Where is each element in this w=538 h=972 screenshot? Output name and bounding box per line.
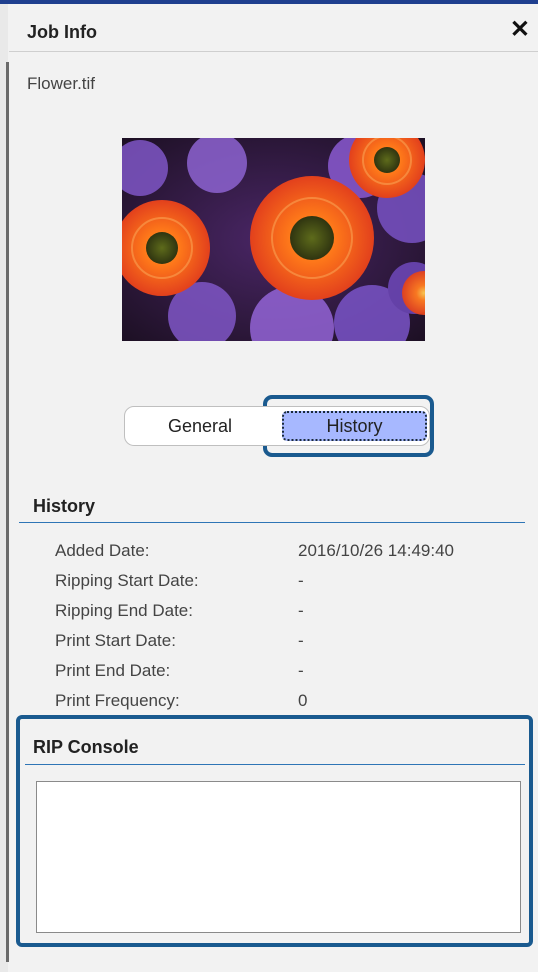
rip-console-output[interactable] — [36, 781, 521, 933]
tab-history[interactable]: History — [282, 411, 427, 441]
history-value: - — [298, 571, 304, 590]
history-row: Print Start Date: - — [55, 631, 535, 661]
history-value: - — [298, 601, 304, 620]
job-filename: Flower.tif — [27, 74, 96, 93]
history-section-divider — [19, 522, 525, 523]
job-info-panel: Job Info ✕ Flower.tif General History Hi… — [9, 4, 538, 972]
history-value: 2016/10/26 14:49:40 — [298, 541, 454, 560]
job-preview-image — [122, 138, 425, 341]
history-value: - — [298, 661, 304, 680]
rip-console-title: RIP Console — [33, 737, 139, 757]
history-section-title: History — [33, 496, 96, 516]
history-row: Ripping End Date: - — [55, 601, 535, 631]
view-tabs: General History — [124, 406, 430, 446]
history-value: 0 — [298, 691, 308, 710]
close-icon[interactable]: ✕ — [510, 18, 530, 42]
history-label: Ripping Start Date: — [55, 571, 199, 590]
flower-image — [122, 138, 425, 341]
history-row: Added Date: 2016/10/26 14:49:40 — [55, 541, 535, 571]
history-details: Added Date: 2016/10/26 14:49:40 Ripping … — [55, 541, 535, 721]
panel-title: Job Info — [27, 22, 97, 42]
job-info-titlebar: Job Info ✕ — [9, 4, 538, 52]
history-label: Ripping End Date: — [55, 601, 193, 620]
rip-console-divider — [25, 764, 525, 765]
history-value: - — [298, 631, 304, 650]
history-label: Added Date: — [55, 541, 150, 560]
history-label: Print Frequency: — [55, 691, 180, 710]
history-row: Print End Date: - — [55, 661, 535, 691]
history-row: Ripping Start Date: - — [55, 571, 535, 601]
tab-general[interactable]: General — [125, 407, 275, 445]
history-label: Print Start Date: — [55, 631, 176, 650]
history-label: Print End Date: — [55, 661, 171, 680]
